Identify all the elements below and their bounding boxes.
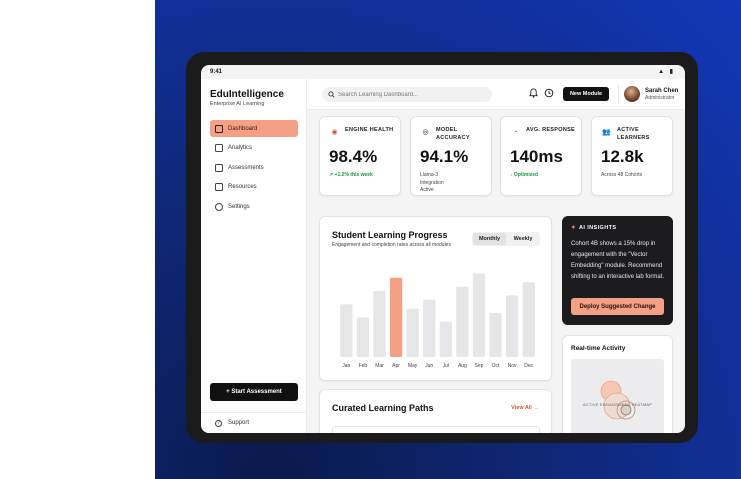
ai-insights-card: ✦ AI INSIGHTS Cohort 4B shows a 15% drop …: [562, 216, 673, 325]
sidebar-item-label: Analytics: [228, 145, 253, 152]
kpi-subtext: Across 48 Cohorts: [601, 172, 643, 178]
x-tick-label: Dec: [524, 363, 533, 369]
sidebar: EduIntelligence Enterprise AI Learning D…: [201, 79, 307, 433]
kpi-label: MODEL ACCURACY: [436, 127, 470, 141]
x-tick-label: Jul: [443, 363, 449, 369]
realtime-activity-card: Real-time Activity ACTIVE ENGAGEMENT HEA…: [562, 335, 673, 433]
avatar[interactable]: [624, 86, 640, 102]
x-tick-label: Oct: [492, 363, 500, 369]
target-icon: ◉: [331, 129, 338, 136]
kpi-card-engine-health: ◉ ENGINE HEALTH 98.4% ↗ +1.2% this week: [319, 116, 401, 196]
chart-bar-mar[interactable]: [373, 291, 386, 357]
bell-icon[interactable]: [529, 88, 538, 98]
kpi-label: AVG. RESPONSE: [526, 127, 576, 133]
chart-bar-may[interactable]: [406, 308, 419, 357]
kpi-value: 140ms: [510, 147, 563, 166]
status-bar: 9:41 ▲ ▮: [201, 65, 685, 79]
user-name: Sarah Chen: [645, 88, 679, 94]
top-bar: New Module Sarah Chen Administrator: [307, 79, 685, 110]
sidebar-item-dashboard[interactable]: Dashboard: [210, 120, 298, 137]
card-title: Real-time Activity: [571, 345, 626, 352]
start-assessment-button[interactable]: + Start Assessment: [210, 383, 298, 401]
chart-bar-jun[interactable]: [423, 299, 436, 357]
learning-progress-card: Student Learning Progress Engagement and…: [319, 216, 552, 381]
chart-icon: [215, 144, 223, 153]
new-module-button[interactable]: New Module: [563, 87, 609, 101]
kpi-subtext: ↓ Optimized: [510, 172, 539, 178]
brand-subtitle: Enterprise AI Learning: [210, 101, 265, 107]
x-tick-label: Jun: [425, 363, 433, 369]
search-box[interactable]: [322, 87, 492, 102]
grid-icon: [215, 124, 223, 133]
progress-bar-chart: Jan Feb Mar Apr May Jun Jul Aug Sep Oct Nov Dec: [340, 273, 535, 369]
topbar-divider: [618, 85, 619, 104]
chart-bar-oct[interactable]: [489, 313, 502, 357]
gear-icon: [215, 202, 223, 211]
chart-bar-dec[interactable]: [522, 282, 535, 357]
x-tick-label: Apr: [392, 363, 400, 369]
chart-bar-apr[interactable]: [389, 277, 403, 357]
path-item[interactable]: [332, 426, 540, 433]
kpi-value: 98.4%: [329, 147, 378, 166]
chart-bar-jan[interactable]: [340, 304, 353, 357]
sidebar-item-label: Settings: [228, 203, 250, 210]
heatmap-label: ACTIVE ENGAGEMENT HEATMAP: [582, 402, 653, 407]
kpi-value: 12.8k: [601, 147, 644, 166]
x-tick-label: Sep: [475, 363, 484, 369]
users-icon: 👥: [602, 129, 611, 136]
user-role: Administrator: [645, 95, 675, 101]
sidebar-item-settings[interactable]: Settings: [210, 198, 298, 215]
help-icon: ?: [215, 419, 222, 427]
book-icon: [215, 183, 223, 192]
sidebar-item-label: Resources: [228, 184, 257, 191]
kpi-subtext: Llama-3 Integration Active: [420, 172, 444, 193]
search-icon: [328, 91, 335, 98]
kpi-card-active-learners: 👥 ACTIVE LEARNERS 12.8k Across 48 Cohort…: [591, 116, 673, 196]
brain-icon: ◎: [422, 129, 429, 136]
chart-bar-nov[interactable]: [506, 295, 519, 357]
brand-title: EduIntelligence: [210, 89, 284, 100]
insights-header: ✦ AI INSIGHTS: [571, 225, 616, 231]
chart-bar-sep[interactable]: [472, 273, 486, 357]
curated-paths-card: Curated Learning Paths View All →: [319, 389, 552, 433]
deploy-change-button[interactable]: Deploy Suggested Change: [571, 298, 664, 315]
chart-bar-jul[interactable]: [439, 321, 452, 357]
kpi-value: 94.1%: [420, 147, 469, 166]
sidebar-item-label: Dashboard: [228, 125, 258, 132]
card-title: Curated Learning Paths: [332, 403, 434, 413]
sparkle-icon: ✦: [571, 225, 577, 231]
history-icon[interactable]: [544, 88, 554, 98]
kpi-label: ENGINE HEALTH: [345, 127, 394, 133]
engagement-heatmap: ACTIVE ENGAGEMENT HEATMAP: [571, 359, 664, 433]
kpi-card-model-accuracy: ◎ MODEL ACCURACY 94.1% Llama-3 Integrati…: [410, 116, 492, 196]
x-tick-label: Aug: [458, 363, 467, 369]
sidebar-item-analytics[interactable]: Analytics: [210, 140, 298, 157]
sidebar-item-assessments[interactable]: Assessments: [210, 159, 298, 176]
status-icons: ▲ ▮: [658, 69, 675, 75]
view-all-link[interactable]: View All →: [511, 405, 539, 411]
x-tick-label: Jan: [342, 363, 350, 369]
chart-bar-aug[interactable]: [456, 286, 469, 357]
x-tick-label: Mar: [375, 363, 384, 369]
x-tick-label: Feb: [359, 363, 368, 369]
support-label: Support: [228, 420, 250, 426]
x-tick-label: May: [408, 363, 418, 369]
kpi-label: ACTIVE LEARNERS: [617, 127, 650, 141]
sidebar-nav: Dashboard Analytics Assessments Resource…: [210, 120, 298, 218]
sidebar-item-label: Assessments: [228, 164, 264, 171]
kpi-subtext: ↗ +1.2% this week: [329, 172, 373, 178]
status-time: 9:41: [210, 69, 223, 75]
speedometer-icon: ◔: [513, 129, 518, 136]
tablet-screen: 9:41 ▲ ▮ EduIntelligence Enterprise AI L…: [201, 65, 685, 433]
x-tick-label: Nov: [508, 363, 517, 369]
chart-bar-feb[interactable]: [356, 317, 369, 357]
insights-text: Cohort 4B shows a 15% drop in engagement…: [571, 241, 665, 280]
heatmap-circles: [600, 380, 636, 420]
kpi-card-avg-response: ◔ AVG. RESPONSE 140ms ↓ Optimized: [500, 116, 582, 196]
insights-title: AI INSIGHTS: [579, 225, 617, 231]
clipboard-icon: [215, 163, 223, 172]
support-link[interactable]: ? Support: [201, 412, 307, 433]
sidebar-item-resources[interactable]: Resources: [210, 179, 298, 196]
search-input[interactable]: [338, 91, 488, 98]
